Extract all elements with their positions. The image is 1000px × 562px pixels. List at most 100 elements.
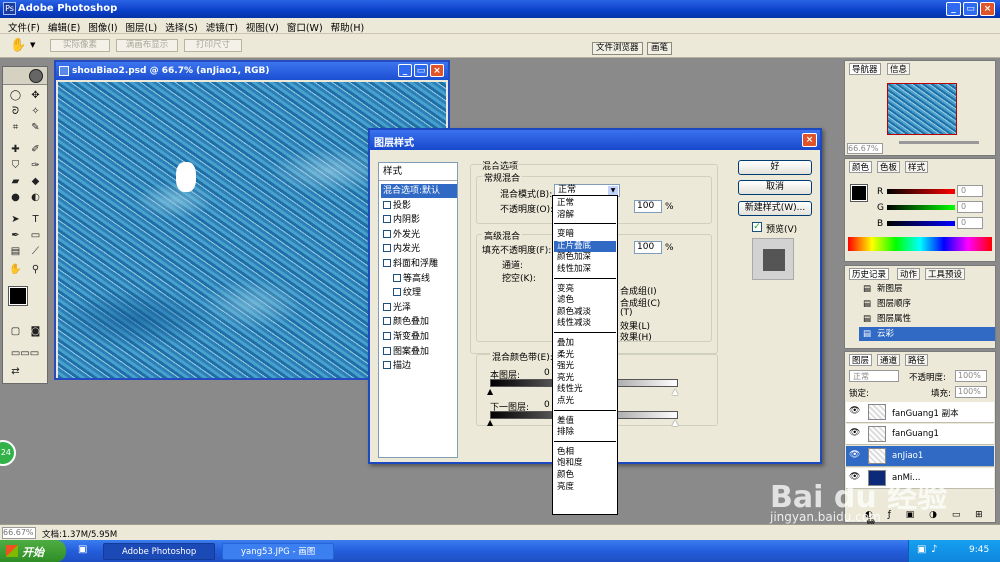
channel-r-value[interactable]: 0 (957, 185, 983, 197)
layer-opacity-value[interactable]: 100% (955, 370, 987, 382)
tab-channels[interactable]: 通道 (877, 354, 901, 366)
style-checkbox[interactable] (383, 200, 391, 209)
blend-mode-option[interactable]: 正片叠底 (554, 240, 616, 252)
close-button[interactable]: × (980, 2, 995, 16)
lasso-icon[interactable]: ᘐ (7, 105, 24, 119)
style-item[interactable]: 外发光 (381, 228, 457, 242)
hand-tool-icon[interactable]: ✋ (10, 38, 26, 53)
style-item[interactable]: 斜面和浮雕 (381, 257, 457, 271)
underlying-white-slider[interactable]: ▲ (672, 418, 678, 427)
underlying-black-slider[interactable]: ▲ (487, 418, 493, 427)
vector-mask-option[interactable]: 效果(H) (620, 330, 652, 343)
network-icon[interactable]: ▣ (917, 544, 926, 555)
hand-icon[interactable]: ✋ (7, 263, 24, 277)
stamp-icon[interactable]: ⛉ (7, 159, 24, 173)
style-item[interactable]: 混合选项:默认 (381, 184, 457, 198)
style-item[interactable]: 等高线 (381, 272, 457, 286)
style-checkbox[interactable] (383, 229, 391, 238)
layer-fill-value[interactable]: 100% (955, 386, 987, 398)
preview-checkbox[interactable]: ✓ (752, 222, 762, 232)
eye-icon[interactable]: 👁 (849, 428, 860, 438)
blend-mode-option[interactable]: 饱和度 (554, 458, 616, 469)
path-select-icon[interactable]: ➤ (7, 213, 24, 227)
blend-mode-option[interactable]: 叠加 (554, 338, 616, 349)
jump-to-imageready-icon[interactable]: ⇄ (7, 365, 24, 379)
blend-mode-option[interactable]: 线性减淡 (554, 318, 616, 329)
style-checkbox[interactable] (383, 215, 391, 224)
quickmask-mode-icon[interactable]: ◙ (27, 325, 44, 339)
marquee-icon[interactable]: ◯ (7, 89, 24, 103)
doc-close-button[interactable]: × (430, 64, 444, 77)
healing-icon[interactable]: ✚ (7, 143, 24, 157)
brush-icon[interactable]: ✐ (27, 143, 44, 157)
brushes-tab[interactable]: 画笔 (647, 42, 673, 55)
magic-wand-icon[interactable]: ✧ (27, 105, 44, 119)
eye-icon[interactable]: 👁 (849, 406, 860, 416)
opacity-input[interactable]: 100 (634, 200, 662, 213)
blend-mode-option[interactable]: 颜色 (554, 470, 616, 481)
history-brush-icon[interactable]: ✑ (27, 159, 44, 173)
pen-icon[interactable]: ✒ (7, 229, 24, 243)
task-photoshop[interactable]: Adobe Photoshop (103, 543, 215, 560)
fill-opacity-input[interactable]: 100 (634, 241, 662, 254)
blend-mode-option[interactable]: 差值 (554, 416, 616, 427)
blend-mode-option[interactable]: 颜色减淡 (554, 307, 616, 318)
task-paint[interactable]: yang53.JPG - 画图 (222, 543, 334, 560)
history-item[interactable]: ▤ 新图层 (859, 282, 995, 296)
dodge-icon[interactable]: ◐ (27, 191, 44, 205)
eyedropper-icon[interactable]: ⟋ (27, 245, 44, 259)
history-item[interactable]: ▤ 图层属性 (859, 312, 995, 326)
quicklaunch-icon[interactable]: ▣ (78, 544, 92, 558)
shape-icon[interactable]: ▭ (27, 229, 44, 243)
transparency-shapes-option[interactable]: (T) (620, 308, 633, 318)
blend-mode-option[interactable]: 点光 (554, 396, 616, 407)
style-checkbox[interactable] (383, 244, 391, 253)
new-style-button[interactable]: 新建样式(W)... (738, 201, 812, 216)
style-checkbox[interactable] (383, 332, 391, 340)
tab-layers[interactable]: 图层 (849, 354, 873, 366)
blend-mode-option[interactable]: 变暗 (554, 229, 616, 240)
chevron-down-icon[interactable]: ▼ (30, 41, 35, 49)
style-item[interactable]: 投影 (381, 199, 457, 213)
layer-row[interactable]: 👁 fanGuang1 副本 (846, 402, 994, 423)
blur-icon[interactable]: ● (7, 191, 24, 205)
channel-b-slider[interactable] (887, 221, 955, 226)
actual-pixels-button[interactable]: 实际像素 (50, 39, 110, 52)
tab-paths[interactable]: 路径 (905, 354, 929, 366)
blend-mode-option[interactable]: 排除 (554, 427, 616, 438)
zoom-icon[interactable]: ⚲ (27, 263, 44, 277)
file-browser-tab[interactable]: 文件浏览器 (592, 42, 643, 55)
blend-mode-option[interactable]: 线性加深 (554, 264, 616, 275)
channel-b-value[interactable]: 0 (957, 217, 983, 229)
style-checkbox[interactable] (383, 317, 391, 326)
layer-row[interactable]: 👁 anJiao1 (846, 446, 994, 467)
blend-mode-option[interactable]: 颜色加深 (554, 252, 616, 263)
color-spectrum[interactable] (848, 237, 992, 251)
eraser-icon[interactable]: ▰ (7, 175, 24, 189)
move-icon[interactable]: ✥ (27, 89, 44, 103)
style-item[interactable]: 描边 (381, 359, 457, 373)
blend-mode-option[interactable]: 亮光 (554, 373, 616, 384)
tab-info[interactable]: 信息 (887, 63, 911, 75)
style-item[interactable]: 光泽 (381, 301, 457, 315)
tab-history[interactable]: 历史记录 (849, 268, 890, 280)
channel-r-slider[interactable] (887, 189, 955, 194)
blend-mode-option[interactable]: 滤色 (554, 295, 616, 306)
blend-mode-option[interactable]: 变亮 (554, 284, 616, 295)
slice-icon[interactable]: ✎ (27, 121, 44, 135)
tab-navigator[interactable]: 导航器 (849, 63, 881, 75)
doc-minimize-button[interactable]: _ (398, 64, 412, 77)
doc-maximize-button[interactable]: ▭ (414, 64, 428, 77)
this-layer-black-slider[interactable]: ▲ (487, 387, 493, 396)
navigator-thumbnail[interactable] (887, 83, 957, 135)
navigator-zoom[interactable]: 66.67% (847, 143, 883, 154)
style-item[interactable]: 渐变叠加 (381, 330, 457, 344)
volume-icon[interactable]: ♪ (931, 544, 937, 555)
color-foreground[interactable] (850, 184, 868, 202)
notes-icon[interactable]: ▤ (7, 245, 24, 259)
style-checkbox[interactable] (393, 288, 401, 297)
print-size-button[interactable]: 打印尺寸 (184, 39, 242, 52)
tab-tool-presets[interactable]: 工具预设 (925, 268, 966, 280)
blend-mode-option[interactable]: 线性光 (554, 384, 616, 395)
ok-button[interactable]: 好 (738, 160, 812, 175)
